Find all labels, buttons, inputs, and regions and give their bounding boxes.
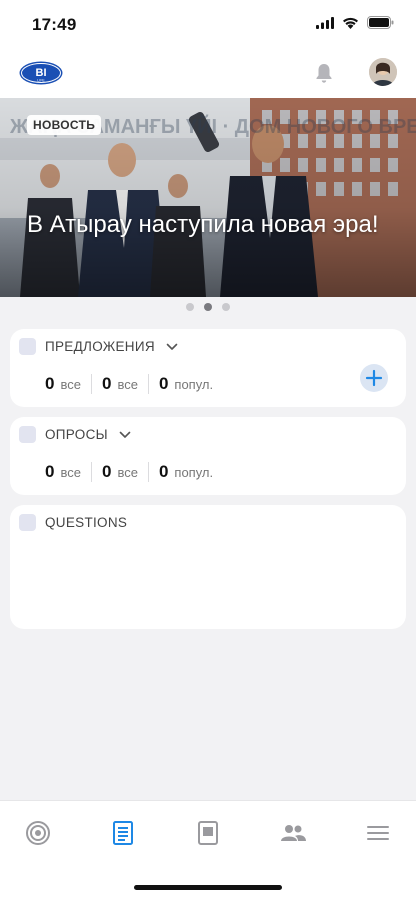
- wifi-icon: [343, 17, 358, 29]
- questions-card-header[interactable]: QUESTIONS: [19, 514, 127, 531]
- battery-icon: [367, 16, 394, 29]
- target-icon[interactable]: [24, 819, 52, 847]
- news-feed-icon[interactable]: [109, 819, 137, 847]
- questions-title: QUESTIONS: [45, 515, 128, 530]
- status-bar: 17:49: [0, 0, 416, 48]
- plus-icon: [365, 369, 383, 387]
- polls-title: ОПРОСЫ: [45, 427, 108, 442]
- carousel-dot-active[interactable]: [204, 303, 212, 311]
- app-header: BI LIFE: [0, 48, 416, 98]
- home-indicator[interactable]: [134, 885, 282, 890]
- status-time: 17:49: [32, 15, 77, 34]
- proposals-stats: 0 все 0 все 0 попул.: [45, 374, 223, 394]
- stat-item[interactable]: 0 все: [90, 462, 148, 482]
- stat-value: 0: [101, 374, 112, 393]
- add-proposal-button[interactable]: [360, 364, 388, 392]
- signal-icon: [316, 16, 334, 29]
- stat-item[interactable]: 0 все: [90, 374, 148, 394]
- polls-stats: 0 все 0 все 0 попул.: [45, 462, 223, 482]
- document-icon[interactable]: [194, 819, 222, 847]
- notifications-bell-icon[interactable]: [312, 61, 336, 85]
- stat-item[interactable]: 0 все: [45, 374, 91, 394]
- stat-item[interactable]: 0 все: [45, 462, 91, 482]
- stat-label: все: [117, 377, 138, 392]
- polls-card-header[interactable]: ОПРОСЫ: [19, 426, 131, 443]
- status-icons: [316, 16, 394, 29]
- logo-subtext: LIFE: [37, 79, 45, 83]
- stat-label: попул.: [174, 465, 214, 480]
- stat-value: 0: [45, 374, 55, 393]
- people-icon[interactable]: [279, 819, 307, 847]
- questions-checkbox[interactable]: [19, 514, 36, 531]
- proposals-title: ПРЕДЛОЖЕНИЯ: [45, 339, 155, 354]
- proposals-card[interactable]: ПРЕДЛОЖЕНИЯ 0 все 0 все 0 попул.: [10, 329, 406, 407]
- carousel-dot[interactable]: [186, 303, 194, 311]
- app-logo[interactable]: BI LIFE: [19, 61, 63, 85]
- stat-item[interactable]: 0 попул.: [147, 462, 223, 482]
- proposals-card-header[interactable]: ПРЕДЛОЖЕНИЯ: [19, 338, 178, 355]
- proposals-checkbox[interactable]: [19, 338, 36, 355]
- stat-value: 0: [45, 462, 55, 481]
- stat-label: все: [60, 377, 81, 392]
- chevron-down-icon[interactable]: [166, 343, 178, 351]
- news-badge: НОВОСТЬ: [27, 115, 102, 135]
- stat-item[interactable]: 0 попул.: [147, 374, 223, 394]
- stat-value: 0: [158, 462, 169, 481]
- carousel-indicator: [0, 303, 416, 311]
- carousel-dot[interactable]: [222, 303, 230, 311]
- stat-label: все: [60, 465, 81, 480]
- questions-card[interactable]: QUESTIONS: [10, 505, 406, 629]
- stat-value: 0: [101, 462, 112, 481]
- news-title[interactable]: В Атырау наступила новая эра!: [27, 210, 387, 240]
- logo-text: BI: [36, 67, 47, 79]
- polls-card[interactable]: ОПРОСЫ 0 все 0 все 0 попул.: [10, 417, 406, 495]
- chevron-down-icon[interactable]: [119, 431, 131, 439]
- stat-label: все: [117, 465, 138, 480]
- user-avatar[interactable]: [369, 58, 397, 86]
- polls-checkbox[interactable]: [19, 426, 36, 443]
- stat-label: попул.: [174, 377, 214, 392]
- news-banner[interactable]: ЖАҢА ЗАМАНҒЫ ҮЙІ · ДОМ НОВОГО ВРЕМЕНИ НО…: [0, 98, 416, 297]
- menu-icon[interactable]: [364, 819, 392, 847]
- stat-value: 0: [158, 374, 169, 393]
